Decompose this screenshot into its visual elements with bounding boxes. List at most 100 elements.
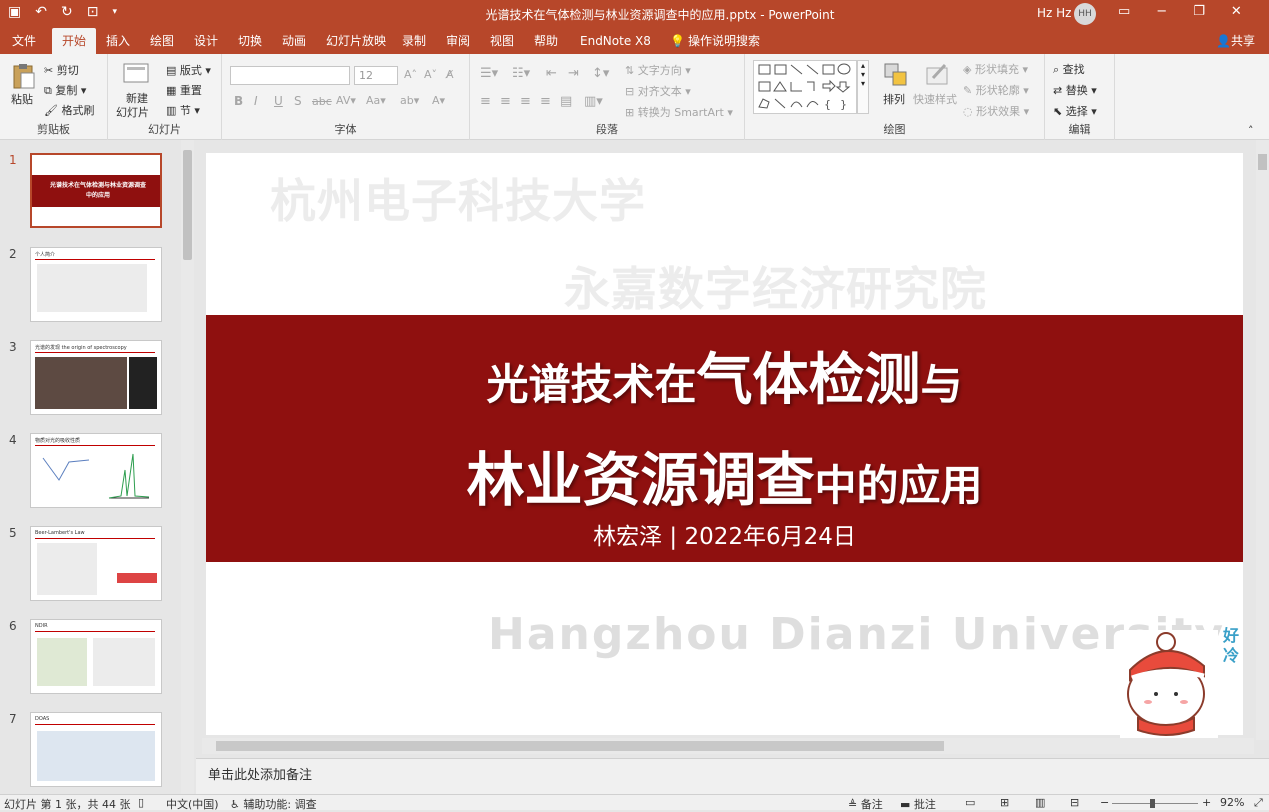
- thumbnail-slide[interactable]: Beer-Lambert's Law: [30, 526, 162, 601]
- close-icon[interactable]: ✕: [1231, 4, 1242, 19]
- font-name-combo[interactable]: [230, 66, 350, 85]
- spellcheck-icon[interactable]: ▯: [138, 796, 144, 809]
- tab-animations[interactable]: 动画: [272, 28, 316, 54]
- share-button[interactable]: 👤共享: [1206, 28, 1265, 54]
- line-spacing-icon[interactable]: ↕▾: [592, 66, 609, 81]
- shapes-gallery[interactable]: { }: [753, 60, 857, 114]
- layout-button[interactable]: ▤ 版式 ▾: [166, 62, 211, 78]
- change-case-icon[interactable]: Aa▾: [366, 94, 386, 107]
- tab-insert[interactable]: 插入: [96, 28, 140, 54]
- avatar[interactable]: HH: [1074, 3, 1096, 25]
- notes-pane[interactable]: 单击此处添加备注: [196, 758, 1269, 794]
- smartart-button[interactable]: ⊞ 转换为 SmartArt ▾: [625, 104, 733, 120]
- reading-view-icon[interactable]: ▥: [1035, 796, 1045, 809]
- numbering-icon[interactable]: ☷▾: [512, 66, 530, 81]
- subtitle[interactable]: 林宏泽 | 2022年6月24日: [206, 517, 1243, 551]
- scroll-thumb[interactable]: [183, 150, 192, 260]
- slide-scrollbar[interactable]: [1256, 140, 1269, 740]
- align-text-button[interactable]: ⊟ 对齐文本 ▾: [625, 83, 691, 99]
- bullets-icon[interactable]: ☰▾: [480, 66, 498, 81]
- horizontal-scrollbar[interactable]: [202, 738, 1254, 754]
- quick-styles-icon[interactable]: [925, 62, 951, 88]
- tell-me-search[interactable]: 操作说明搜索: [678, 28, 770, 54]
- text-direction-button[interactable]: ⇅ 文字方向 ▾: [625, 62, 691, 78]
- strikethrough-icon[interactable]: abc: [312, 95, 332, 108]
- tab-draw[interactable]: 绘图: [140, 28, 184, 54]
- tab-slideshow[interactable]: 幻灯片放映: [316, 28, 396, 54]
- font-color-icon[interactable]: A▾: [432, 94, 445, 107]
- scroll-thumb[interactable]: [216, 741, 944, 751]
- arrange-icon[interactable]: [883, 62, 909, 88]
- present-icon[interactable]: ⊡: [87, 4, 99, 20]
- underline-icon[interactable]: U: [274, 94, 283, 108]
- zoom-slider[interactable]: [1112, 803, 1198, 804]
- thumbnail-slide[interactable]: DOAS: [30, 712, 162, 787]
- tab-design[interactable]: 设计: [184, 28, 228, 54]
- grow-font-icon[interactable]: A˄: [404, 68, 417, 81]
- cut-button[interactable]: ✂ 剪切: [44, 62, 79, 78]
- distributed-icon[interactable]: ▤: [560, 94, 572, 109]
- columns-icon[interactable]: ▥▾: [584, 94, 603, 109]
- bold-icon[interactable]: B: [234, 94, 243, 108]
- title-line-1[interactable]: 光谱技术在气体检测与: [206, 335, 1243, 416]
- title-line-2[interactable]: 林业资源调查中的应用: [206, 433, 1243, 517]
- current-slide[interactable]: 杭州电子科技大学 永嘉数字经济研究院 光谱技术在气体检测与 林业资源调查中的应用…: [206, 153, 1243, 735]
- zoom-level[interactable]: 92%: [1220, 796, 1244, 809]
- tab-help[interactable]: 帮助: [524, 28, 568, 54]
- minimize-icon[interactable]: −: [1156, 4, 1167, 19]
- fit-slide-icon[interactable]: ⤢: [1254, 796, 1263, 810]
- tab-record[interactable]: 录制: [392, 28, 436, 54]
- justify-icon[interactable]: ≡: [540, 94, 551, 109]
- paste-button[interactable]: 粘贴: [11, 91, 33, 107]
- save-icon[interactable]: ▣: [8, 4, 21, 20]
- tab-file[interactable]: 文件: [2, 28, 46, 54]
- title-band[interactable]: 光谱技术在气体检测与 林业资源调查中的应用 林宏泽 | 2022年6月24日: [206, 315, 1243, 562]
- format-painter-button[interactable]: 🖌 格式刷: [44, 102, 94, 118]
- select-button[interactable]: ⬉ 选择 ▾: [1053, 103, 1097, 119]
- copy-button[interactable]: ⧉ 复制 ▾: [44, 82, 86, 98]
- tab-transitions[interactable]: 切换: [228, 28, 272, 54]
- align-left-icon[interactable]: ≡: [480, 94, 491, 109]
- thumbnail-slide[interactable]: NDIR: [30, 619, 162, 694]
- thumbnail-slide[interactable]: 光谱技术在气体检测与林业资源调查中的应用: [30, 153, 162, 228]
- section-button[interactable]: ▥ 节 ▾: [166, 102, 200, 118]
- notes-placeholder[interactable]: 单击此处添加备注: [208, 764, 312, 783]
- customize-qat-icon[interactable]: ▾: [112, 4, 117, 20]
- user-name[interactable]: Hz Hz: [1037, 6, 1071, 20]
- tab-home[interactable]: 开始: [52, 28, 97, 54]
- zoom-slider-thumb[interactable]: [1150, 799, 1155, 808]
- shape-fill-button[interactable]: ◈ 形状填充 ▾: [963, 61, 1028, 77]
- reset-button[interactable]: ▦ 重置: [166, 82, 202, 98]
- font-size-combo[interactable]: 12: [354, 66, 398, 85]
- char-spacing-icon[interactable]: AV▾: [336, 94, 356, 107]
- arrange-label[interactable]: 排列: [883, 91, 905, 107]
- thumbnail-scrollbar[interactable]: [181, 140, 194, 794]
- tab-endnote[interactable]: EndNote X8: [570, 28, 661, 54]
- align-right-icon[interactable]: ≡: [520, 94, 531, 109]
- paste-icon[interactable]: [10, 62, 36, 89]
- maximize-icon[interactable]: ❐: [1193, 4, 1205, 19]
- slideshow-view-icon[interactable]: ⊟: [1070, 796, 1079, 809]
- zoom-out-icon[interactable]: −: [1100, 796, 1109, 809]
- align-center-icon[interactable]: ≡: [500, 94, 511, 109]
- find-button[interactable]: ⌕ 查找: [1053, 61, 1085, 77]
- clear-format-icon[interactable]: A̸: [446, 68, 454, 81]
- shape-effects-button[interactable]: ◌ 形状效果 ▾: [963, 103, 1029, 119]
- shadow-icon[interactable]: S: [294, 94, 302, 108]
- highlight-icon[interactable]: ab▾: [400, 94, 419, 107]
- replace-button[interactable]: ⇄ 替换 ▾: [1053, 82, 1097, 98]
- zoom-in-icon[interactable]: +: [1202, 796, 1211, 809]
- decrease-indent-icon[interactable]: ⇤: [546, 66, 557, 81]
- shape-outline-button[interactable]: ✎ 形状轮廓 ▾: [963, 82, 1029, 98]
- undo-icon[interactable]: ↶: [35, 4, 47, 20]
- thumbnail-slide[interactable]: 个人简介: [30, 247, 162, 322]
- scroll-thumb[interactable]: [1258, 154, 1267, 170]
- quick-styles-label[interactable]: 快速样式: [913, 91, 957, 107]
- ribbon-display-icon[interactable]: ▭: [1118, 4, 1130, 19]
- tab-view[interactable]: 视图: [480, 28, 524, 54]
- normal-view-icon[interactable]: ▭: [965, 796, 975, 809]
- thumbnail-slide[interactable]: 物质对光的吸收性质: [30, 433, 162, 508]
- thumbnail-slide[interactable]: 光谱的发现 the origin of spectroscopy: [30, 340, 162, 415]
- slide-sorter-icon[interactable]: ⊞: [1000, 796, 1009, 809]
- increase-indent-icon[interactable]: ⇥: [568, 66, 579, 81]
